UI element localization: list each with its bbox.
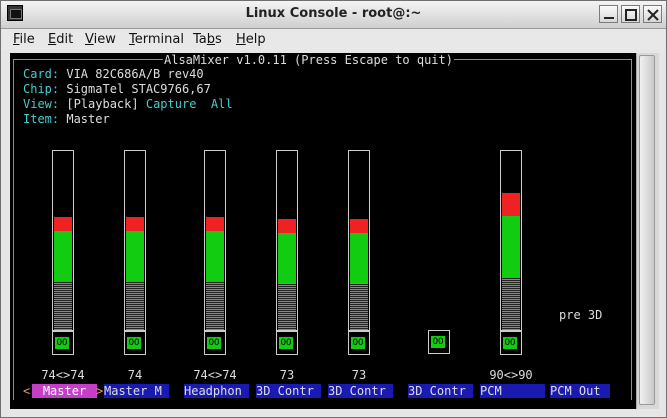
channel-name[interactable]: PCM: [480, 384, 545, 398]
menu-terminal[interactable]: Terminal: [129, 32, 184, 47]
item-row: Item: Master: [23, 112, 110, 126]
mute-state-label: OO: [279, 337, 293, 349]
close-icon: [647, 9, 659, 21]
volume-fill-high: [502, 193, 520, 216]
volume-fill-low: [54, 282, 72, 330]
channel-name[interactable]: Master: [32, 384, 97, 398]
minimize-icon: [604, 17, 614, 19]
mute-toggle[interactable]: OO: [52, 331, 74, 355]
mute-toggle[interactable]: OO: [348, 331, 370, 355]
view-playback[interactable]: [Playback]: [66, 97, 138, 111]
scrollbar-thumb[interactable]: [639, 55, 655, 405]
view-capture[interactable]: Capture: [146, 97, 197, 111]
volume-fill-low: [206, 282, 224, 330]
channel-name[interactable]: PCM Out: [550, 384, 610, 398]
mute-state-label: OO: [431, 336, 445, 348]
selection-left-arrow: <: [23, 384, 31, 398]
channel-name[interactable]: Headphon: [184, 384, 249, 398]
volume-fill-high: [206, 217, 224, 231]
volume-fill-high: [278, 219, 296, 233]
volume-fill-mid: [206, 231, 224, 282]
minimize-button[interactable]: [599, 5, 618, 23]
menu-tabs[interactable]: Tabs: [193, 32, 222, 47]
menu-help[interactable]: Help: [236, 32, 266, 47]
mute-state-label: OO: [127, 337, 141, 349]
terminal-screen[interactable]: AlsaMixer v1.0.11 (Press Escape to quit)…: [10, 53, 636, 409]
close-button[interactable]: [643, 5, 662, 23]
mute-toggle[interactable]: OO: [124, 331, 146, 355]
mixer-header: AlsaMixer v1.0.11 (Press Escape to quit): [163, 53, 454, 67]
maximize-icon: [625, 9, 637, 21]
volume-fill-mid: [502, 216, 520, 278]
volume-value: 73: [279, 368, 295, 382]
volume-bar[interactable]: [124, 150, 146, 331]
chip-row: Chip: SigmaTel STAC9766,67: [23, 82, 211, 96]
terminal-window: Linux Console - root@:~ File Edit View T…: [0, 0, 667, 418]
mute-toggle[interactable]: OO: [500, 331, 522, 355]
mute-state-label: OO: [351, 337, 365, 349]
volume-value: 74: [127, 368, 143, 382]
volume-value: 74<>74: [41, 368, 85, 382]
selection-right-arrow: >: [96, 384, 104, 398]
volume-fill-high: [350, 219, 368, 233]
channel-name[interactable]: Master M: [104, 384, 169, 398]
volume-fill-mid: [278, 233, 296, 283]
volume-fill-low: [126, 282, 144, 330]
menu-view[interactable]: View: [85, 32, 116, 47]
volume-fill-high: [54, 217, 72, 231]
channel-name[interactable]: 3D Contr: [408, 384, 473, 398]
maximize-button[interactable]: [621, 5, 640, 23]
menu-edit[interactable]: Edit: [48, 32, 73, 47]
mute-toggle[interactable]: OO: [204, 331, 226, 355]
volume-value: 74<>74: [193, 368, 237, 382]
scrollbar[interactable]: [636, 53, 659, 409]
view-row: View: [Playback] Capture All: [23, 97, 233, 111]
card-row: Card: VIA 82C686A/B rev40: [23, 67, 204, 81]
pre3d-label: pre 3D: [559, 308, 603, 322]
volume-fill-low: [350, 283, 368, 330]
channel-name[interactable]: 3D Contr: [256, 384, 321, 398]
volume-bar[interactable]: [204, 150, 226, 331]
volume-fill-low: [502, 278, 520, 330]
volume-value: 73: [351, 368, 367, 382]
volume-bar[interactable]: [348, 150, 370, 331]
volume-fill-mid: [350, 233, 368, 283]
volume-fill-mid: [54, 231, 72, 282]
menu-file[interactable]: File: [13, 32, 35, 47]
title-bar[interactable]: Linux Console - root@:~: [1, 1, 666, 29]
volume-fill-high: [126, 217, 144, 231]
mute-toggle[interactable]: OO: [276, 331, 298, 355]
mute-toggle[interactable]: OO: [428, 330, 450, 354]
mute-state-label: OO: [503, 337, 517, 349]
volume-fill-low: [278, 283, 296, 330]
volume-value: 90<>90: [489, 368, 533, 382]
mute-state-label: OO: [207, 337, 221, 349]
volume-fill-mid: [126, 231, 144, 282]
volume-bar[interactable]: [52, 150, 74, 331]
channel-name[interactable]: 3D Contr: [328, 384, 393, 398]
view-all[interactable]: All: [211, 97, 233, 111]
volume-bar[interactable]: [500, 150, 522, 331]
menu-bar: File Edit View Terminal Tabs Help: [1, 29, 666, 50]
window-title: Linux Console - root@:~: [245, 6, 422, 21]
mute-state-label: OO: [55, 337, 69, 349]
volume-bar[interactable]: [276, 150, 298, 331]
